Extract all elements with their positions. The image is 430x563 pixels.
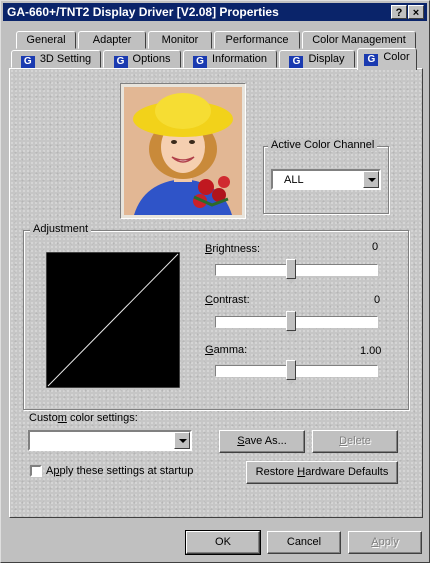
- contrast-slider-thumb[interactable]: [285, 311, 296, 336]
- preview-photo: [124, 87, 242, 215]
- gigabyte-icon: G: [113, 56, 128, 68]
- restore-label-post: ardware Defaults: [305, 466, 389, 478]
- brightness-value: 0: [372, 241, 379, 253]
- tab-options[interactable]: G Options: [103, 50, 181, 68]
- brightness-slider-track[interactable]: [215, 264, 378, 276]
- brightness-label-text: rightness:: [212, 243, 261, 255]
- active-channel-select[interactable]: ALL: [271, 169, 381, 190]
- startup-label-post: ply these settings at startup: [59, 465, 194, 477]
- tab-color-label: Color: [383, 51, 410, 63]
- tab-color-management[interactable]: Color Management: [302, 31, 416, 49]
- close-button[interactable]: ×: [408, 5, 424, 19]
- help-button[interactable]: ?: [391, 5, 407, 19]
- window-title: GA-660+/TNT2 Display Driver [V2.08] Prop…: [7, 5, 279, 19]
- chevron-down-icon[interactable]: [174, 432, 190, 449]
- gigabyte-icon: G: [364, 54, 379, 66]
- cancel-button[interactable]: Cancel: [267, 531, 341, 554]
- help-icon: ?: [395, 7, 403, 19]
- tab-display[interactable]: G Display: [279, 50, 355, 68]
- contrast-label-text: ontrast:: [212, 294, 250, 306]
- tab-adapter[interactable]: Adapter: [78, 31, 146, 49]
- gigabyte-icon: G: [20, 56, 35, 68]
- gamma-value: 1.00: [360, 345, 382, 357]
- apply-mnemonic: A: [371, 536, 379, 548]
- brightness-slider-thumb[interactable]: [285, 259, 296, 284]
- title-bar[interactable]: GA-660+/TNT2 Display Driver [V2.08] Prop…: [3, 3, 427, 21]
- tab-display-label: Display: [308, 53, 345, 65]
- custom-settings-label: Custom color settings:: [29, 412, 138, 424]
- tab-performance[interactable]: Performance: [214, 31, 300, 49]
- save-as-button[interactable]: Save As...: [219, 430, 305, 453]
- tab-monitor-label: Monitor: [161, 34, 199, 46]
- gamma-mnemonic: G: [205, 344, 214, 356]
- tab-general-label: General: [26, 34, 66, 46]
- gamma-label-text: amma:: [213, 344, 248, 356]
- restore-defaults-button[interactable]: Restore Hardware Defaults: [246, 461, 398, 484]
- active-channel-label: Active Color Channel: [268, 139, 378, 151]
- active-channel-value: ALL: [284, 174, 304, 186]
- chevron-down-icon[interactable]: [363, 171, 379, 188]
- tab-3d-setting-label: 3D Setting: [39, 53, 92, 65]
- tab-color[interactable]: G Color: [357, 48, 417, 70]
- ok-button[interactable]: OK: [185, 530, 261, 555]
- gamma-curve-graph: [46, 252, 180, 388]
- tab-options-label: Options: [132, 53, 171, 65]
- delete-button[interactable]: Delete: [312, 430, 398, 453]
- tab-general[interactable]: General: [16, 31, 76, 49]
- gamma-label: Gamma:: [205, 344, 247, 356]
- tab-color-management-label: Color Management: [312, 34, 406, 46]
- contrast-label: Contrast:: [205, 294, 250, 306]
- gigabyte-icon: G: [192, 56, 207, 68]
- delete-mnemonic: D: [339, 435, 348, 447]
- custom-mnemonic: m: [57, 412, 67, 424]
- color-tab-panel: Active Color Channel ALL Adjustment Brig…: [9, 68, 423, 518]
- custom-settings-select[interactable]: [28, 430, 192, 451]
- tab-performance-label: Performance: [225, 34, 289, 46]
- apply-button[interactable]: Apply: [348, 531, 422, 554]
- startup-checkbox[interactable]: [30, 465, 42, 477]
- tab-information[interactable]: G Information: [183, 50, 277, 68]
- tab-information-label: Information: [211, 53, 268, 65]
- tab-monitor[interactable]: Monitor: [148, 31, 212, 49]
- delete-label-rest: elete: [347, 435, 371, 447]
- brightness-label: Brightness:: [205, 243, 260, 255]
- startup-checkbox-label[interactable]: Apply these settings at startup: [46, 465, 193, 477]
- restore-label-pre: Restore: [255, 466, 298, 478]
- properties-window: GA-660+/TNT2 Display Driver [V2.08] Prop…: [0, 0, 430, 563]
- tab-3d-setting[interactable]: G 3D Setting: [11, 50, 101, 68]
- custom-label-post: color settings:: [66, 412, 138, 424]
- contrast-mnemonic: C: [205, 294, 213, 306]
- save-as-label-rest: ave As...: [244, 435, 287, 447]
- custom-label-pre: Custo: [29, 412, 58, 424]
- tab-adapter-label: Adapter: [92, 34, 132, 46]
- gamma-slider-thumb[interactable]: [285, 360, 296, 385]
- adjustment-label: Adjustment: [30, 223, 92, 235]
- save-as-mnemonic: S: [237, 435, 245, 447]
- close-icon: ×: [412, 7, 420, 19]
- contrast-value: 0: [374, 294, 381, 306]
- gigabyte-icon: G: [289, 56, 304, 68]
- restore-mnemonic: H: [297, 466, 306, 478]
- apply-label-rest: pply: [378, 536, 399, 548]
- gamma-slider-track[interactable]: [215, 365, 378, 377]
- preview-image-frame: [120, 83, 246, 219]
- contrast-slider-track[interactable]: [215, 316, 378, 328]
